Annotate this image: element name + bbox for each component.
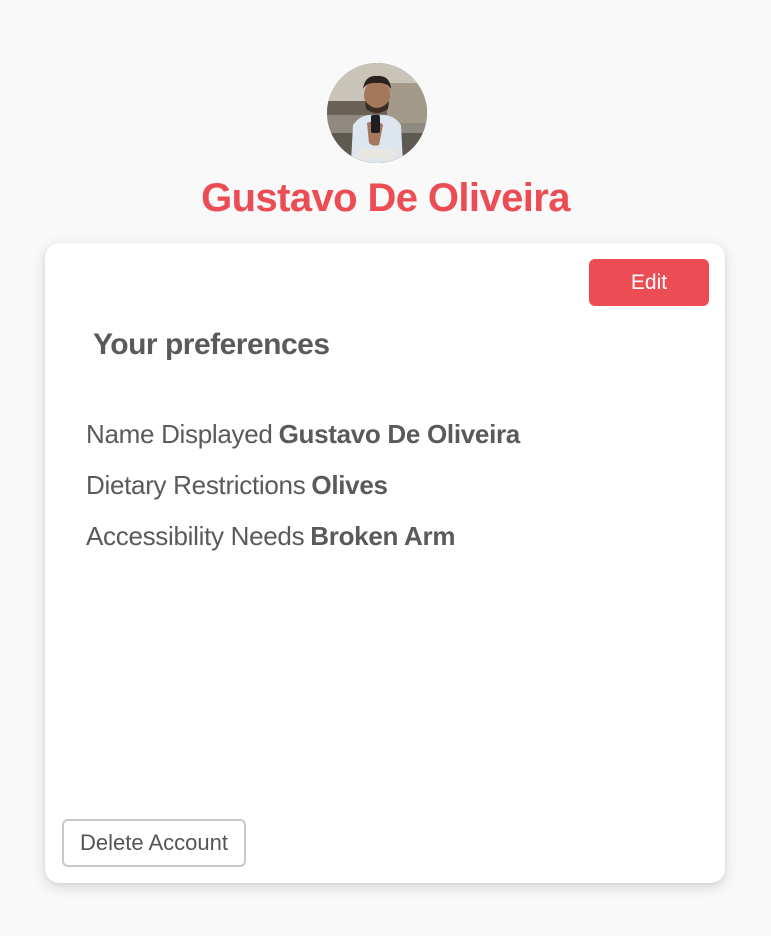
preference-value: Olives bbox=[311, 470, 388, 500]
edit-button[interactable]: Edit bbox=[589, 259, 709, 306]
preferences-card: Edit Your preferences Name Displayed Gust… bbox=[45, 243, 725, 883]
user-photo-icon bbox=[327, 63, 427, 163]
avatar bbox=[327, 63, 427, 163]
delete-account-button[interactable]: Delete Account bbox=[62, 819, 246, 867]
preference-row-accessibility-needs: Accessibility Needs Broken Arm bbox=[86, 511, 520, 562]
preference-value: Gustavo De Oliveira bbox=[278, 419, 521, 449]
profile-name: Gustavo De Oliveira bbox=[201, 176, 570, 220]
section-title: Your preferences bbox=[93, 328, 330, 361]
preference-label: Accessibility Needs bbox=[86, 521, 305, 551]
preference-row-dietary-restrictions: Dietary Restrictions Olives bbox=[86, 460, 520, 511]
preference-row-name-displayed: Name Displayed Gustavo De Oliveira bbox=[86, 409, 520, 460]
preferences-list: Name Displayed Gustavo De Oliveira Dietar… bbox=[86, 409, 520, 562]
preference-value: Broken Arm bbox=[310, 521, 456, 551]
preference-label: Dietary Restrictions bbox=[86, 470, 306, 500]
preference-label: Name Displayed bbox=[86, 419, 273, 449]
